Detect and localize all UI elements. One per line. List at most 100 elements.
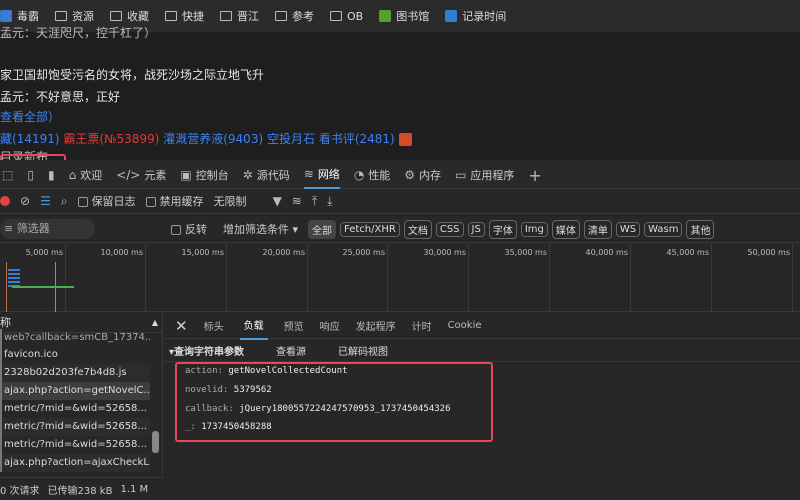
moonstone-link[interactable]: 空投月石 [267,132,315,146]
list-scrollbar[interactable] [152,431,159,453]
view-decoded-button[interactable]: 已解码视图 [338,343,388,358]
bookmark-time[interactable]: 记录时间 [445,8,506,24]
detail-tabs: ✕ 标头 负载 预览 响应 发起程序 计时 Cookie [165,311,800,340]
request-row-selected[interactable]: ajax.php?action=getNovelC... [0,382,150,400]
tab-label: 源代码 [256,169,290,182]
request-row[interactable]: 2328b02d203fe7b4d8.js [0,364,150,382]
tab-memory[interactable]: ⚙ 内存 [404,162,441,189]
bookmark-folder[interactable]: OB [330,10,363,23]
request-row[interactable]: ajax.php?action=ajaxCheckL... [0,454,150,472]
timeline-tick: 10,000 ms [66,244,146,312]
tab-welcome[interactable]: ⌂ 欢迎 [69,162,103,189]
filter-type-ws[interactable]: WS [615,221,641,237]
tab-sources[interactable]: ✲ 源代码 [243,162,290,189]
header-label: 称 [0,316,11,329]
request-row[interactable]: metric/?mid=&wid=52658... [0,400,150,418]
bookmark-label: 收藏 [127,10,149,23]
tab-network[interactable]: ≋ 网络 [303,162,340,189]
disable-cache-label: 禁用缓存 [159,195,204,208]
tab-performance[interactable]: ◔ 性能 [354,162,390,189]
filter-type-wasm[interactable]: Wasm [644,221,683,237]
bookmark-label: 快捷 [182,10,204,23]
tab-application[interactable]: ▭ 应用程序 [455,162,514,189]
device-icon[interactable]: ▯ [27,168,34,182]
nutrient-link[interactable]: 灌溉营养液(9403) [163,132,263,146]
inspect-icon[interactable]: ⬚ [2,168,13,182]
invert-checkbox[interactable]: 反转 [171,221,207,237]
bookmark-folder[interactable]: 资源 [55,8,94,24]
sidebar-icon[interactable]: ▮ [48,168,55,182]
folder-icon [165,11,177,21]
close-icon[interactable]: ✕ [175,317,188,335]
time-icon [445,10,458,22]
filter-type-css[interactable]: CSS [435,221,464,237]
filter-type-img[interactable]: Img [520,221,548,237]
bookmark-duba[interactable]: 毒霸 [0,8,39,24]
tab-label: 应用程序 [470,169,515,182]
detail-tab-payload[interactable]: 负载 [239,311,268,340]
bookmark-label: 晋江 [237,10,259,23]
filter-type-all[interactable]: 全部 [308,219,337,239]
throttle-select[interactable]: 无限制 [214,193,247,209]
timeline-tick: 35,000 ms [470,244,550,312]
tab-elements[interactable]: </> 元素 [116,162,166,189]
detail-tab-headers[interactable]: 标头 [204,318,224,333]
filter-settings-icon[interactable]: ☰ [40,194,51,208]
detail-tab-cookie[interactable]: Cookie [448,320,482,331]
detail-tab-response[interactable]: 响应 [320,318,340,333]
waterfall-bar [12,286,74,288]
detail-tab-timing[interactable]: 计时 [412,318,432,333]
filter-type-js[interactable]: JS [467,221,485,237]
detail-tab-initiator[interactable]: 发起程序 [356,318,396,333]
network-conditions-icon[interactable]: ≋ [292,194,302,208]
text-line: 孟元：不好意思，正好 [0,90,121,104]
request-row[interactable]: metric/?mid=&wid=52658... [0,418,150,436]
bookmark-folder[interactable]: 收藏 [110,8,149,24]
filter-type-media[interactable]: 媒体 [551,219,580,239]
filter-type-fetch[interactable]: Fetch/XHR [340,221,400,237]
param-value: 5379562 [233,385,272,395]
weibo-icon[interactable] [398,133,412,146]
network-toolbar: ⊘ ☰ ⌕ 保留日志 禁用缓存 无限制 ▼ ≋ ⤒ ⤓ [0,189,800,214]
bookmark-folder[interactable]: 快捷 [165,8,204,24]
bookmark-library[interactable]: 图书馆 [379,8,429,24]
status-bar: 0 次请求 已传输238 kB 1.1 M [0,477,163,500]
bawang-link[interactable]: 霸王票(№53899) [63,132,159,146]
disable-cache-checkbox[interactable]: 禁用缓存 [145,193,204,209]
export-icon[interactable]: ⤓ [327,194,332,209]
bookmark-folder[interactable]: 参考 [275,8,314,24]
detail-tab-preview[interactable]: 预览 [284,318,304,333]
filter-type-font[interactable]: 字体 [488,219,517,239]
add-tab-icon[interactable]: + [528,166,541,185]
tab-console[interactable]: ▣ 控制台 [180,162,228,189]
sort-icon[interactable]: ▲ [152,313,158,333]
timeline-overview[interactable]: 5,000 ms 10,000 ms 15,000 ms 20,000 ms 2… [0,244,800,312]
import-icon[interactable]: ⤒ [312,194,317,209]
bookmark-folder[interactable]: 晋江 [220,8,259,24]
bookmark-label: OB [347,9,364,23]
filter-input[interactable]: ≡ 筛选器 [0,219,95,239]
request-row[interactable]: metric/?mid=&wid=52658... [0,436,150,454]
request-row[interactable]: web?callback=smCB_17374... [0,329,150,347]
filter-type-manifest[interactable]: 清单 [583,219,612,239]
collect-count-link[interactable]: 藏(14191) [0,132,60,146]
query-params-toggle[interactable]: ▾查询字符串参数 [169,343,244,358]
dropdown-icon[interactable]: ▼ [273,194,282,208]
filter-type-doc[interactable]: 文档 [403,219,432,239]
filter-icon: ≡ [4,222,17,235]
chip-icon: ⚙ [404,168,416,182]
timeline-tick: 40,000 ms [551,244,631,312]
view-all-link[interactable]: 查看全部） [0,108,60,125]
filter-type-other[interactable]: 其他 [686,219,715,239]
request-row[interactable]: favicon.ico [0,346,150,364]
record-icon[interactable] [0,196,10,206]
request-count: 0 次请求 [0,485,40,497]
code-icon: </> [116,168,141,182]
add-filter-dropdown[interactable]: 增加筛选条件 ▾ [223,221,298,237]
preserve-log-checkbox[interactable]: 保留日志 [77,193,136,209]
bookmark-label: 资源 [72,10,94,23]
search-icon[interactable]: ⌕ [61,194,68,209]
view-source-button[interactable]: 查看源 [276,343,306,358]
review-link[interactable]: 看书评(2481) [319,132,395,146]
clear-icon[interactable]: ⊘ [20,194,30,208]
